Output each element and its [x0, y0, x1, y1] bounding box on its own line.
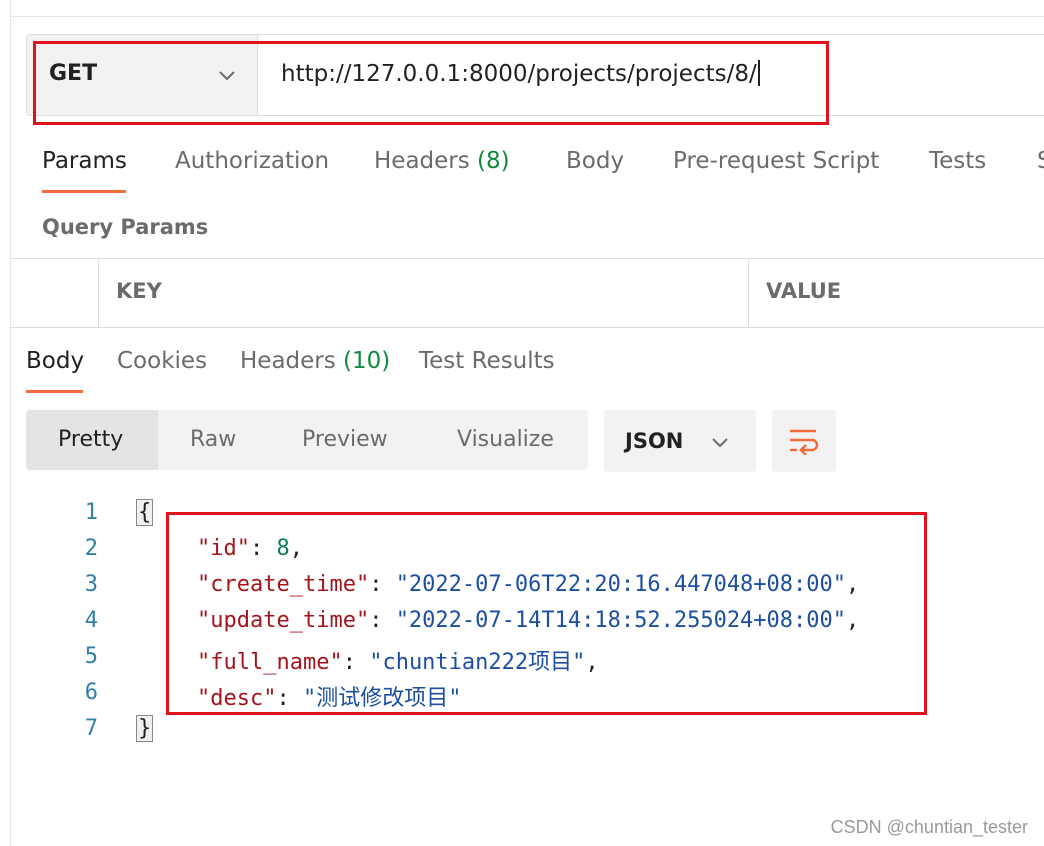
table-divider — [748, 258, 749, 328]
format-select[interactable]: JSON — [604, 410, 756, 472]
wrap-lines-icon — [790, 429, 819, 455]
line-number: 7 — [84, 716, 98, 741]
line-number: 2 — [84, 536, 98, 561]
json-open-brace: { — [136, 499, 154, 526]
view-mode-preview[interactable]: Preview — [302, 427, 388, 452]
line-number: 4 — [84, 608, 98, 633]
response-tab-body[interactable]: Body — [26, 348, 84, 374]
line-number: 1 — [84, 500, 98, 525]
json-close-brace: } — [136, 715, 154, 742]
tab-settings-truncated[interactable]: S — [1037, 148, 1044, 174]
params-tab-underline — [42, 190, 126, 193]
tab-tests[interactable]: Tests — [929, 148, 986, 174]
line-number: 3 — [84, 572, 98, 597]
watermark: CSDN @chuntian_tester — [830, 817, 1028, 837]
view-mode-switch: Pretty Raw Preview Visualize — [26, 410, 588, 470]
response-tab-headers[interactable]: Headers (10) — [240, 348, 390, 374]
wrap-lines-button[interactable] — [772, 410, 836, 472]
tab-pre-request-script[interactable]: Pre-request Script — [673, 148, 879, 174]
view-mode-raw[interactable]: Raw — [190, 427, 236, 452]
line-number: 5 — [84, 644, 98, 669]
response-tab-cookies[interactable]: Cookies — [117, 348, 207, 374]
query-params-table — [10, 258, 1044, 328]
tab-params[interactable]: Params — [42, 148, 127, 174]
chevron-down-icon — [712, 438, 728, 448]
body-tab-underline — [26, 390, 83, 393]
column-header-key: KEY — [116, 279, 162, 303]
column-header-value: VALUE — [766, 279, 842, 303]
request-highlight-box — [33, 41, 829, 125]
tab-body[interactable]: Body — [566, 148, 624, 174]
table-divider — [98, 258, 99, 328]
format-label: JSON — [625, 429, 684, 453]
line-number: 6 — [84, 680, 98, 705]
tab-headers[interactable]: Headers (8) — [374, 148, 510, 174]
tab-authorization[interactable]: Authorization — [175, 148, 329, 174]
top-divider — [10, 16, 1044, 17]
query-params-title: Query Params — [42, 215, 209, 239]
response-highlight-box — [166, 512, 927, 715]
view-mode-visualize[interactable]: Visualize — [457, 427, 554, 452]
left-border — [10, 0, 11, 846]
response-tab-test-results[interactable]: Test Results — [419, 348, 555, 374]
view-mode-pretty[interactable]: Pretty — [58, 427, 123, 452]
